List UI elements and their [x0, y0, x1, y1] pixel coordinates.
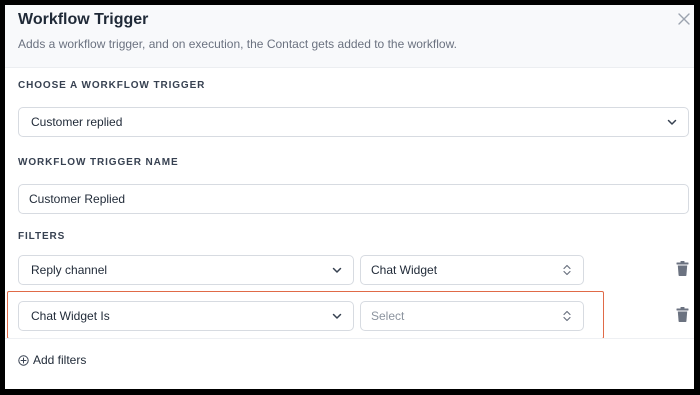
filter-value-value: Chat Widget: [371, 263, 438, 277]
trigger-select-value: Customer replied: [31, 115, 123, 129]
trash-icon[interactable]: [676, 261, 689, 276]
trigger-name-value: Customer Replied: [29, 192, 126, 206]
workflow-trigger-dialog: Workflow Trigger Adds a workflow trigger…: [5, 5, 694, 389]
divider: [5, 338, 694, 339]
dialog-title: Workflow Trigger: [18, 11, 149, 28]
dialog-subtitle: Adds a workflow trigger, and on executio…: [18, 37, 457, 51]
filter-field-value: Chat Widget Is: [31, 309, 110, 323]
plus-circle-icon: [18, 354, 29, 366]
up-down-chevron-icon: [563, 310, 571, 322]
trigger-select[interactable]: Customer replied: [18, 107, 689, 137]
trigger-section-label: CHOOSE A WORKFLOW TRIGGER: [18, 80, 206, 91]
up-down-chevron-icon: [563, 264, 571, 276]
filter-value-select[interactable]: Select: [360, 301, 584, 331]
trigger-name-input[interactable]: Customer Replied: [18, 184, 689, 214]
chevron-down-icon: [667, 119, 677, 125]
add-filters-button[interactable]: Add filters: [18, 353, 86, 367]
add-filters-label: Add filters: [33, 353, 87, 367]
filter-field-select[interactable]: Chat Widget Is: [18, 301, 354, 331]
close-icon[interactable]: [677, 12, 691, 26]
trash-icon[interactable]: [676, 307, 689, 322]
filter-field-select[interactable]: Reply channel: [18, 255, 354, 285]
filters-section-label: FILTERS: [18, 231, 66, 242]
filter-field-value: Reply channel: [31, 263, 108, 277]
chevron-down-icon: [332, 267, 342, 273]
filter-value-placeholder: Select: [371, 309, 405, 323]
dialog-header: Workflow Trigger Adds a workflow trigger…: [5, 5, 694, 68]
chevron-down-icon: [332, 313, 342, 319]
trigger-name-label: WORKFLOW TRIGGER NAME: [18, 157, 179, 168]
filter-value-select[interactable]: Chat Widget: [360, 255, 584, 285]
